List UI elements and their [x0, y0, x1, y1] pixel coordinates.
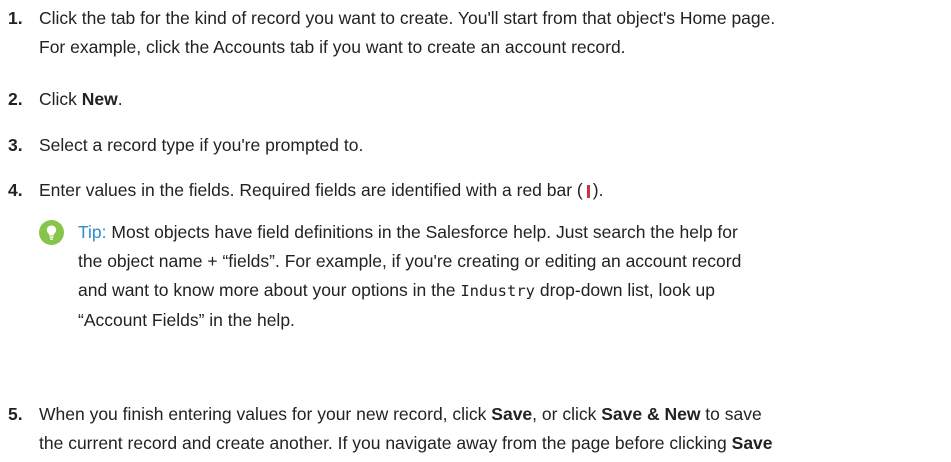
tip-callout: Tip: Most objects have field definitions…	[39, 218, 951, 335]
step-number: 4.	[8, 180, 23, 200]
step-4-text: Enter values in the fields. Required fie…	[39, 180, 583, 200]
step-4: 4. Enter values in the fields. Required …	[8, 176, 951, 205]
save-button-label: Save	[491, 404, 533, 424]
document-body: 1. Click the tab for the kind of record …	[0, 0, 951, 462]
step-5: 5. When you finish entering values for y…	[8, 400, 951, 458]
lightbulb-icon	[39, 220, 64, 245]
industry-field-name: Industry	[460, 282, 535, 300]
step-1-line-2: For example, click the Accounts tab if y…	[39, 37, 626, 57]
step-5-line-1: When you finish entering values for your…	[39, 404, 492, 424]
step-number: 2.	[8, 89, 23, 109]
save-button-label: Save	[731, 433, 773, 453]
save-and-new-button-label: Save & New	[601, 404, 701, 424]
step-number: 3.	[8, 135, 23, 155]
step-3-text: Select a record type if you're prompted …	[39, 135, 364, 155]
new-button-label: New	[81, 89, 118, 109]
required-field-bar-icon	[586, 185, 590, 198]
tip-line-1: Most objects have field definitions in t…	[106, 222, 738, 242]
step-2: 2. Click New.	[8, 85, 951, 114]
tip-line-3: and want to know more about your options…	[78, 280, 461, 300]
step-1-line-1: Click the tab for the kind of record you…	[39, 8, 776, 28]
tip-line-4: “Account Fields” in the help.	[78, 310, 295, 330]
step-3: 3. Select a record type if you're prompt…	[8, 131, 951, 160]
tip-label: Tip:	[78, 222, 107, 242]
step-5-line-2: the current record and create another. I…	[39, 433, 732, 453]
step-number: 1.	[8, 8, 23, 28]
step-1: 1. Click the tab for the kind of record …	[8, 4, 951, 62]
tip-line-2: the object name + “fields”. For example,…	[78, 251, 742, 271]
step-number: 5.	[8, 404, 23, 424]
step-2-text: Click	[39, 89, 82, 109]
